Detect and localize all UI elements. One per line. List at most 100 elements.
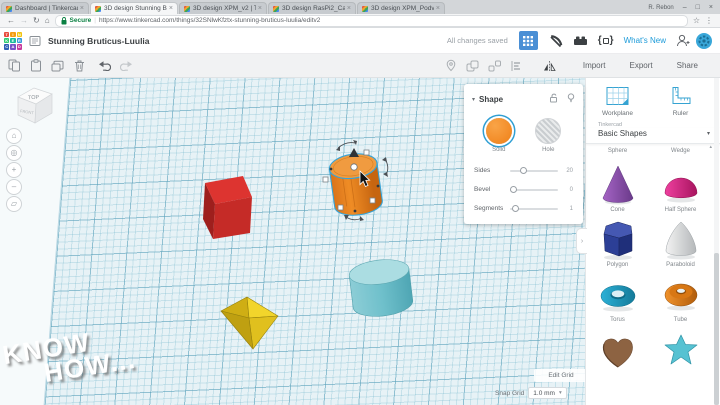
snap-grid-label: Snap Grid [495,389,525,397]
forward-icon[interactable]: → [20,16,28,25]
tab-close-icon[interactable]: × [169,5,173,12]
grid-icon [523,35,534,46]
tab-close-icon[interactable]: × [347,5,351,12]
tinkercad-favicon [273,5,279,12]
unlock-icon[interactable] [549,90,558,108]
zoom-out-button[interactable]: – [6,179,22,195]
segments-slider-row: Segments 1 [474,204,573,212]
reload-icon[interactable]: ↻ [33,16,40,25]
paste-icon[interactable] [30,59,42,72]
bevel-value: 0 [569,186,573,193]
shape-tube[interactable]: Tube [649,272,712,323]
tab-close-icon[interactable]: × [258,5,262,12]
bevel-slider[interactable] [510,185,558,193]
tab-design-raspi[interactable]: 3D design RasPi2_Cas... × [268,2,356,14]
shape-paraboloid[interactable]: Paraboloid [649,217,712,268]
tinkercad-favicon [362,5,368,12]
sides-slider[interactable] [510,166,558,174]
tab-design-xpm[interactable]: 3D design XPM_v2 | Tin... × [179,2,267,14]
tinkercad-favicon [95,5,101,12]
close-icon[interactable]: × [709,4,713,11]
minimize-icon[interactable]: – [683,4,687,11]
sidebar-scrollbar[interactable] [714,78,719,405]
tab-dashboard[interactable]: Dashboard | Tinkercad × [1,2,89,14]
ungroup-icon[interactable] [488,60,501,72]
shape-cone[interactable]: Cone [586,162,649,213]
tab-title: 3D design XPM_v2 | Tin... [193,5,256,12]
apps-grid-button[interactable] [518,31,538,50]
shape-polygon[interactable]: Polygon [586,217,649,268]
shape-gallery: Sphere Wedge Cone Half Sphere Polygon Pa… [586,144,720,371]
panel-collapse-caret-icon[interactable]: ▾ [472,96,475,103]
hole-label: Hole [542,147,555,153]
solid-label: Solid [492,147,506,153]
shape-sphere-label[interactable]: Sphere [586,148,649,154]
edit-grid-button[interactable]: Edit Grid [534,369,588,382]
duplicate-icon[interactable] [51,59,65,72]
save-status: All changes saved [446,36,508,45]
lego-brick-icon[interactable] [573,35,588,46]
tab-close-icon[interactable]: × [80,5,84,12]
solid-swatch[interactable] [485,118,512,144]
drop-workplane-icon[interactable] [445,59,457,72]
home-icon[interactable]: ⌂ [45,16,50,25]
share-button[interactable]: Share [677,61,698,70]
sides-slider-row: Sides 20 [474,166,573,174]
segments-slider[interactable] [510,204,558,212]
avatar[interactable] [696,32,712,49]
zoom-in-button[interactable]: + [6,162,22,178]
codeblocks-icon[interactable]: {} [598,35,614,46]
scrollbar-thumb[interactable] [714,253,719,405]
browser-tabstrip: Dashboard | Tinkercad × 3D design Stunni… [0,0,720,14]
ruler-tool[interactable]: Ruler [649,85,712,117]
hole-swatch[interactable] [535,118,562,144]
shape-category-dropdown[interactable]: Basic Shapes ▾ [586,128,720,144]
delete-icon[interactable] [74,59,85,72]
back-icon[interactable]: ← [7,16,15,25]
ruler-icon [672,87,690,104]
shape-wedge-label[interactable]: Wedge [649,148,712,154]
home-view-button[interactable]: ⌂ [6,128,22,144]
solid-material-option[interactable]: Solid [485,118,512,153]
mirror-icon[interactable] [543,60,556,72]
design-title[interactable]: Stunning Bruticus-Luulia [48,36,150,46]
copy-icon[interactable] [8,59,21,72]
perspective-toggle-button[interactable]: ▱ [6,196,22,212]
whats-new-link[interactable]: What's New [624,36,666,45]
align-icon[interactable] [510,60,522,72]
add-user-icon[interactable] [676,34,690,47]
shape-torus[interactable]: Torus [586,272,649,323]
workplane-tool[interactable]: Workplane [586,85,649,117]
fit-view-button[interactable]: ◎ [6,145,22,161]
sides-value: 20 [566,167,573,174]
lightbulb-icon[interactable] [567,90,575,108]
maximize-icon[interactable]: □ [696,4,700,11]
snap-grid-dropdown[interactable]: 1.0 mm ▾ [528,387,567,399]
tinkercad-logo[interactable]: TIN KER CAD [4,31,22,50]
export-button[interactable]: Export [630,61,653,70]
tab-title: 3D design Stunning Bru... [104,5,167,12]
url-text: https://www.tinkercad.com/things/32SNlwK… [98,17,321,24]
library-brand-label: Tinkercad [598,122,622,128]
secure-label: Secure [69,17,92,24]
shape-star[interactable] [649,327,712,371]
design-properties-icon[interactable] [29,35,41,47]
browser-menu-icon[interactable]: ⋮ [705,16,713,25]
shape-half-sphere[interactable]: Half Sphere [649,162,712,213]
group-icon[interactable] [466,60,479,72]
tinkercad-header: TIN KER CAD Stunning Bruticus-Luulia All… [0,28,720,54]
tab-current-design[interactable]: 3D design Stunning Bru... × [90,2,178,14]
undo-icon[interactable] [98,60,111,71]
lock-icon [61,16,67,24]
tab-design-pod[interactable]: 3D design XPM_Podv2 | × [357,2,445,14]
scroll-up-icon[interactable]: ▴ [709,144,712,150]
tab-title: Dashboard | Tinkercad [15,5,78,12]
tab-close-icon[interactable]: × [436,5,440,12]
import-button[interactable]: Import [583,61,606,70]
shape-heart[interactable] [586,327,649,371]
bookmark-star-icon[interactable]: ☆ [693,16,700,25]
viewcube-top-label: TOP [28,95,40,102]
minecraft-pickaxe-icon[interactable] [548,34,563,48]
hole-material-option[interactable]: Hole [535,118,562,153]
address-bar[interactable]: Secure | https://www.tinkercad.com/thing… [54,14,688,27]
